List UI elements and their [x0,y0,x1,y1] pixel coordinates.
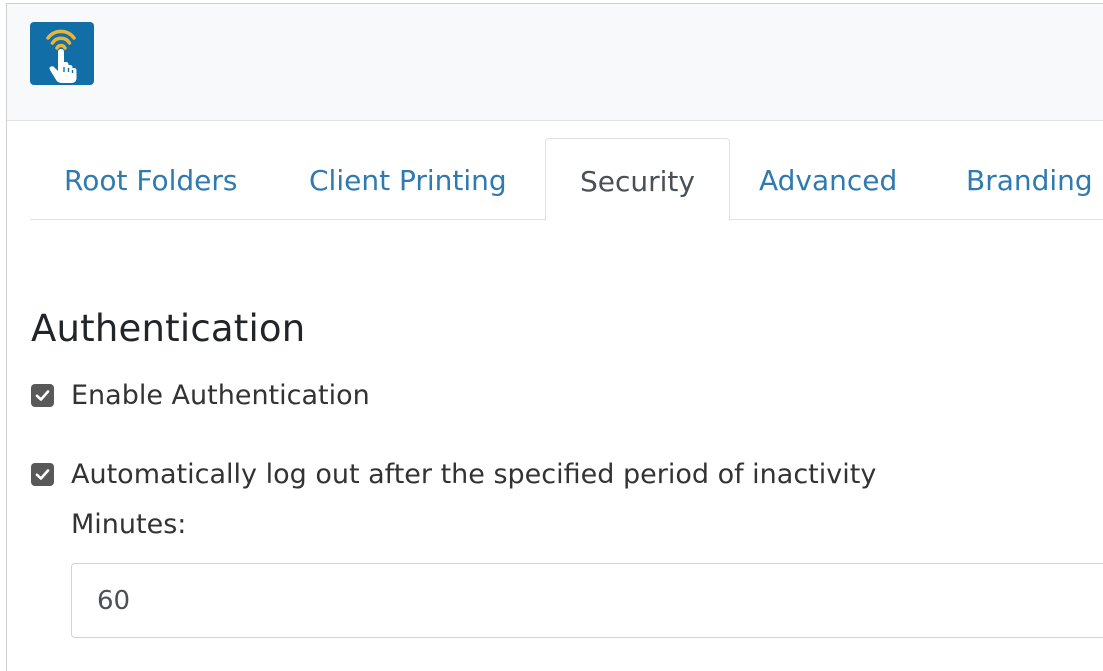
settings-tabs: Root Folders Client Printing Security Ad… [30,138,1103,221]
auto-logout-checkbox[interactable] [31,462,54,486]
enable-authentication-row[interactable]: Enable Authentication [31,377,370,413]
checkmark-icon [35,468,50,480]
app-window: Root Folders Client Printing Security Ad… [6,3,1103,671]
minutes-input[interactable] [71,563,1103,638]
enable-authentication-checkbox[interactable] [31,383,54,407]
checkmark-icon [35,389,50,401]
auto-logout-label[interactable]: Automatically log out after the specifie… [71,459,876,490]
tab-branding[interactable]: Branding [932,138,1103,220]
app-logo[interactable] [30,22,94,85]
enable-authentication-label[interactable]: Enable Authentication [71,380,370,411]
tab-root-folders[interactable]: Root Folders [30,138,271,220]
authentication-heading: Authentication [31,307,306,350]
tab-advanced[interactable]: Advanced [725,138,931,220]
tab-client-printing[interactable]: Client Printing [275,138,541,220]
tap-signal-hand-icon [46,29,77,83]
minutes-label: Minutes: [71,509,187,540]
top-navbar [7,4,1103,121]
auto-logout-row[interactable]: Automatically log out after the specifie… [31,456,876,492]
tab-security[interactable]: Security [545,138,730,221]
